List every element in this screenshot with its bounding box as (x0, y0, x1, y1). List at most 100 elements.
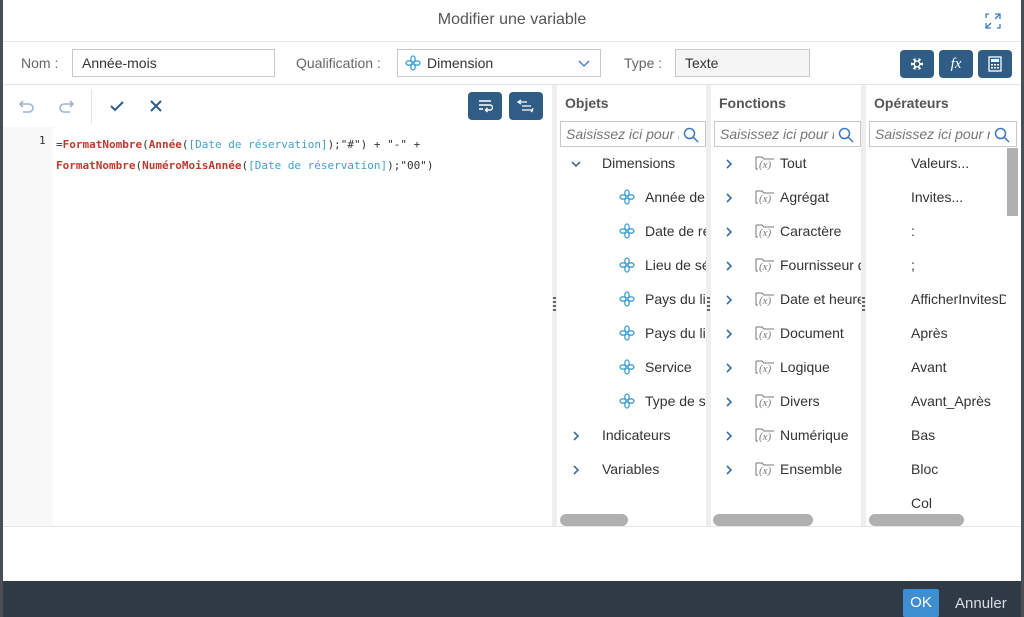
function-category[interactable]: (x) Fournisseur de données (711, 257, 861, 281)
tree-item-dimension-label: Pays du lieu (645, 291, 706, 307)
chevron-right-icon (726, 329, 733, 339)
function-category[interactable]: (x) Numérique (711, 427, 861, 451)
ok-button[interactable]: OK (903, 589, 939, 617)
operators-vertical-scrollbar[interactable] (1007, 148, 1018, 216)
function-category[interactable]: (x) Divers (711, 393, 861, 417)
formula-token: );"00") (387, 159, 434, 172)
operator-item-label: Après (911, 325, 948, 341)
functions-horizontal-scrollbar[interactable] (713, 514, 813, 526)
tree-item-dimension-label: Date de réservation (645, 223, 706, 239)
operator-item[interactable]: Bas (866, 427, 1006, 451)
function-category-label: Document (780, 325, 844, 341)
chevron-right-icon (726, 295, 733, 305)
search-icon[interactable] (683, 127, 699, 143)
tree-item-dimension[interactable]: Type de séjour (557, 393, 706, 417)
calculator-button[interactable] (978, 50, 1012, 78)
search-icon[interactable] (994, 127, 1010, 143)
tree-item-dimension[interactable]: Pays du lieu (557, 291, 706, 315)
formula-code-area[interactable]: 1 =FormatNombre(Année([Date de réservati… (3, 127, 554, 526)
operators-search[interactable] (869, 121, 1017, 147)
formula-token: [Date de réservation] (188, 138, 328, 151)
operator-item[interactable]: AfficherInvitesDans (866, 291, 1006, 315)
functions-search-input[interactable] (715, 122, 834, 146)
tree-item-dimension[interactable]: Lieu de séjour (557, 257, 706, 281)
tree-item-dimension[interactable]: Pays du lieu (557, 325, 706, 349)
clear-icon[interactable] (146, 96, 166, 116)
operators-panel: Opérateurs Valeurs... Invites...:; Affiche… (866, 85, 1021, 526)
operator-item[interactable]: ; (866, 257, 1006, 281)
function-folder-icon: (x) (755, 258, 774, 273)
function-category-label: Tout (780, 155, 807, 171)
function-folder-icon: (x) (755, 224, 774, 239)
objects-horizontal-scrollbar[interactable] (560, 514, 628, 526)
dialog-message-area (3, 526, 1021, 581)
undo-icon[interactable] (17, 96, 37, 116)
dimension-icon (619, 291, 635, 307)
name-field[interactable]: Année-mois (72, 49, 275, 77)
formula-editor: 1 =FormatNombre(Année([Date de réservati… (3, 85, 554, 526)
tree-node-variables-label: Variables (602, 461, 660, 477)
tree-node-variables[interactable]: Variables (557, 461, 706, 485)
svg-text:(x): (x) (759, 397, 772, 409)
function-category[interactable]: (x) Ensemble (711, 461, 861, 485)
tree-item-dimension[interactable]: Date de réservation (557, 223, 706, 247)
svg-text:(x): (x) (759, 261, 772, 273)
dimension-icon (619, 393, 635, 409)
type-label: Type : (624, 55, 663, 71)
validate-icon[interactable] (107, 96, 127, 116)
formula-token: Année (148, 138, 182, 151)
operator-item[interactable]: Avant_Après (866, 393, 1006, 417)
formula-line-1: =FormatNombre(Année([Date de réservation… (56, 134, 434, 155)
chevron-down-icon (571, 161, 581, 168)
editor-toolbar (3, 85, 554, 127)
functions-button[interactable]: fx (939, 50, 973, 78)
objects-search-input[interactable] (561, 122, 679, 146)
objects-search[interactable] (560, 121, 706, 147)
operator-item[interactable]: Après (866, 325, 1006, 349)
operator-item[interactable]: Invites... (866, 189, 1006, 213)
function-category[interactable]: (x) Document (711, 325, 861, 349)
format-button[interactable] (509, 92, 543, 120)
search-icon[interactable] (838, 127, 854, 143)
functions-search[interactable] (714, 121, 861, 147)
tree-item-dimension[interactable]: Année de réservation (557, 189, 706, 213)
dimension-icon (619, 257, 635, 273)
qualification-select[interactable]: Dimension (397, 49, 601, 77)
wrap-text-button[interactable] (468, 92, 502, 120)
formula-text[interactable]: =FormatNombre(Année([Date de réservation… (56, 134, 434, 176)
operator-item[interactable]: Bloc (866, 461, 1006, 485)
splitter-grip[interactable] (862, 297, 865, 311)
tree-node-dimensions[interactable]: Dimensions (557, 155, 706, 179)
function-category[interactable]: (x) Caractère (711, 223, 861, 247)
function-category[interactable]: (x) Logique (711, 359, 861, 383)
function-category[interactable]: (x) Tout (711, 155, 861, 179)
operator-item[interactable]: : (866, 223, 1006, 247)
operator-item-label: Avant (911, 359, 947, 375)
operator-item-label: ; (911, 257, 915, 273)
tree-item-dimension[interactable]: Service (557, 359, 706, 383)
expand-icon[interactable] (983, 11, 1003, 31)
function-category[interactable]: (x) Agrégat (711, 189, 861, 213)
variable-properties-bar: Nom : Année-mois Qualification : Dimensi… (3, 42, 1021, 85)
operator-item-label: AfficherInvitesDans (911, 291, 1006, 307)
splitter-grip[interactable] (553, 297, 556, 311)
tree-item-dimension-label: Service (645, 359, 692, 375)
redo-icon[interactable] (56, 96, 76, 116)
formula-line-2: FormatNombre(NuméroMoisAnnée([Date de ré… (56, 155, 434, 176)
function-folder-icon: (x) (755, 190, 774, 205)
formula-token: ( (142, 138, 149, 151)
line-gutter (3, 127, 53, 526)
operator-item[interactable]: Valeurs... (866, 155, 1006, 179)
dimension-icon (619, 359, 635, 375)
splitter-grip[interactable] (707, 297, 710, 311)
objects-button[interactable] (900, 50, 934, 78)
operator-item[interactable]: Avant (866, 359, 1006, 383)
tree-node-indicators[interactable]: Indicateurs (557, 427, 706, 451)
chevron-right-icon (726, 397, 733, 407)
function-category-label: Numérique (780, 427, 849, 443)
operators-horizontal-scrollbar[interactable] (869, 514, 964, 526)
cancel-button[interactable]: Annuler (955, 595, 1007, 612)
operators-search-input[interactable] (870, 122, 990, 146)
tree-node-dimensions-label: Dimensions (602, 155, 676, 171)
function-category[interactable]: (x) Date et heure (711, 291, 861, 315)
